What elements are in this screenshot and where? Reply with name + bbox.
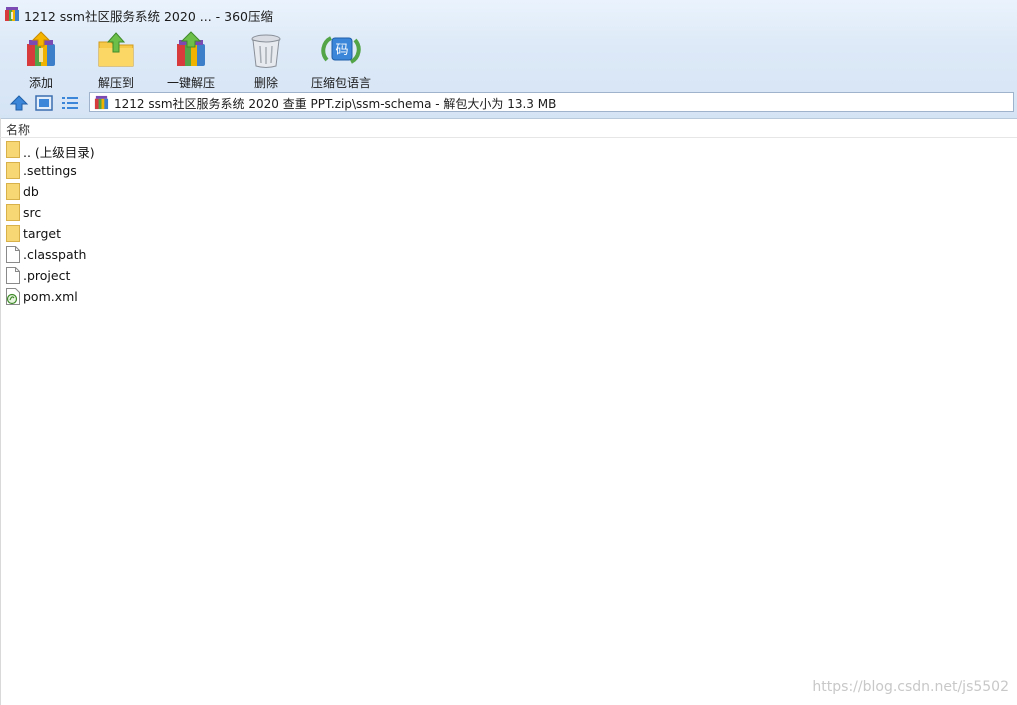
extract-to-button[interactable]: 解压到 [78, 28, 154, 90]
add-label: 添加 [28, 76, 53, 90]
file-name: .. (上级目录) [23, 145, 95, 160]
address-bar[interactable]: 1212 ssm社区服务系统 2020 查重 PPT.zip\ssm-schem… [89, 92, 1014, 112]
parent-directory-row[interactable]: .. (上级目录) [0, 139, 1017, 160]
folder-icon [6, 162, 20, 179]
thumbnail-view-button[interactable] [34, 93, 54, 113]
file-icon [6, 267, 20, 284]
file-row[interactable]: db [0, 181, 1017, 202]
archive-app-icon [5, 7, 19, 21]
file-row[interactable]: .classpath [0, 244, 1017, 265]
up-level-button[interactable] [9, 93, 29, 113]
watermark: https://blog.csdn.net/js5502 [812, 679, 1009, 695]
list-view-icon [62, 97, 78, 109]
file-icon [6, 246, 20, 263]
folder-icon [6, 225, 20, 242]
trash-icon [251, 34, 281, 68]
extract-to-icon [98, 32, 134, 67]
file-row[interactable]: target [0, 223, 1017, 244]
thumbnail-view-icon [35, 95, 53, 111]
navigation-bar: 1212 ssm社区服务系统 2020 查重 PPT.zip\ssm-schem… [0, 91, 1017, 115]
file-name: .settings [23, 163, 77, 178]
archive-language-button[interactable]: 码 压缩包语言 [303, 28, 379, 90]
list-header: 名称 [0, 119, 1017, 138]
archive-language-label: 压缩包语言 [310, 76, 371, 90]
file-name: .project [23, 268, 71, 283]
extract-to-label: 解压到 [97, 76, 134, 90]
folder-icon [6, 141, 20, 158]
file-list: .. (上级目录) .settings db src target .class… [0, 139, 1017, 307]
app-window: 1212 ssm社区服务系统 2020 ... - 360压缩 添加 解压到 一… [0, 0, 1017, 705]
xml-file-icon [6, 288, 20, 305]
delete-button[interactable]: 删除 [228, 28, 304, 90]
file-name: target [23, 226, 62, 241]
window-title: 1212 ssm社区服务系统 2020 ... - 360压缩 [24, 9, 273, 24]
one-click-extract-button[interactable]: 一键解压 [153, 28, 229, 90]
file-row[interactable]: src [0, 202, 1017, 223]
file-row[interactable]: pom.xml [0, 286, 1017, 307]
file-name: src [23, 205, 42, 220]
list-view-button[interactable] [60, 93, 80, 113]
file-row[interactable]: .project [0, 265, 1017, 286]
file-name: .classpath [23, 247, 87, 262]
file-name: db [23, 184, 39, 199]
header: 1212 ssm社区服务系统 2020 ... - 360压缩 添加 解压到 一… [0, 0, 1017, 119]
toolbar: 添加 解压到 一键解压 删除 码 压缩包语言 [0, 28, 1017, 90]
up-arrow-icon [9, 95, 29, 111]
add-button[interactable]: 添加 [3, 28, 79, 90]
column-header-name[interactable]: 名称 [6, 121, 30, 138]
svg-text:码: 码 [335, 43, 348, 58]
one-click-extract-icon [177, 31, 205, 66]
archive-file-icon [94, 95, 109, 110]
title-bar[interactable]: 1212 ssm社区服务系统 2020 ... - 360压缩 [0, 0, 1017, 28]
add-archive-icon [27, 31, 55, 66]
folder-icon [6, 183, 20, 200]
one-click-extract-label: 一键解压 [166, 76, 215, 90]
file-name: pom.xml [23, 289, 78, 304]
delete-label: 删除 [253, 76, 278, 90]
folder-icon [6, 204, 20, 221]
file-row[interactable]: .settings [0, 160, 1017, 181]
address-path: 1212 ssm社区服务系统 2020 查重 PPT.zip\ssm-schem… [114, 97, 557, 111]
archive-language-icon: 码 [321, 36, 361, 64]
